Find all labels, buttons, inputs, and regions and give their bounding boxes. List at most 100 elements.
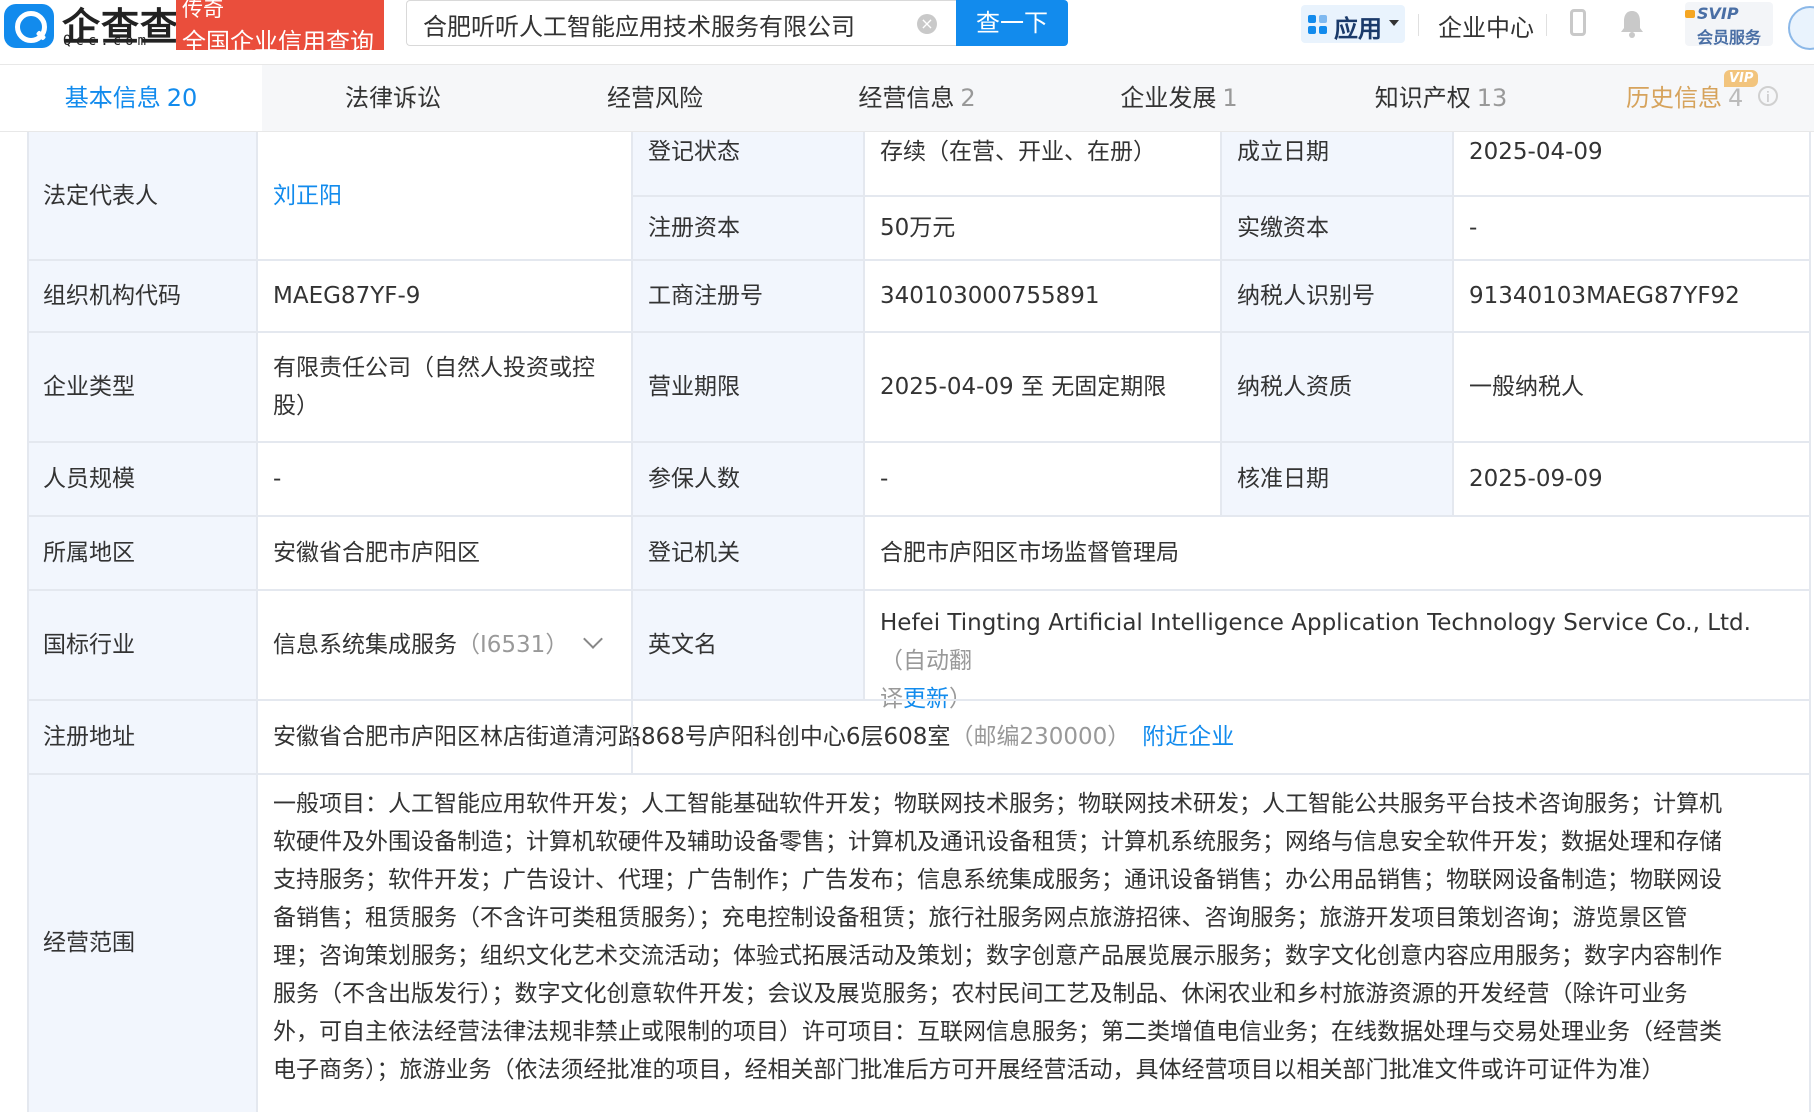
scope-line: 支持服务；软件开发；广告设计、代理；广告制作；广告发布；信息系统集成服务；通讯设… (273, 867, 1722, 893)
tab-label: 历史信息 (1626, 84, 1722, 112)
taxpayer-id-label-cell: 纳税人识别号 (1221, 260, 1453, 332)
org-code-value: MAEG87YF-9 (273, 283, 421, 309)
site-logo[interactable]: 企查查 Qcc.com 传奇 全国企业信用查询 (0, 0, 385, 56)
taxpayer-qual-label-cell: 纳税人资质 (1221, 332, 1453, 442)
reg-authority-value: 合肥市庐阳区市场监督管理局 (880, 540, 1179, 566)
nearby-companies-link[interactable]: 附近企业 (1142, 718, 1234, 756)
industry-value-cell[interactable]: 信息系统集成服务 （I6531） (257, 590, 632, 700)
paid-capital-value-cell: - (1453, 196, 1811, 260)
grid-line (27, 441, 1811, 443)
svip-member-button[interactable]: SVIP 会员服务 (1685, 2, 1773, 47)
scope-line: 外，可自主依法经营法律法规非禁止或限制的项目）许可项目：互联网信息服务；第二类增… (273, 1019, 1722, 1045)
grid-line (27, 589, 1811, 591)
legal-rep-label-cell: 法定代表人 (27, 132, 257, 260)
scope-label-cell: 经营范围 (27, 774, 257, 1112)
biz-reg-no-label-cell: 工商注册号 (632, 260, 864, 332)
address-label-cell: 注册地址 (27, 700, 257, 774)
region-value-cell: 安徽省合肥市庐阳区 (257, 516, 632, 590)
company-type-value-line2: 股） (273, 393, 319, 419)
search-button[interactable]: 查一下 (956, 0, 1068, 46)
english-name-value-cell: Hefei Tingting Artificial Intelligence A… (864, 590, 1811, 712)
legal-rep-link[interactable]: 刘正阳 (273, 177, 342, 215)
tab-label: 知识产权 (1374, 84, 1471, 112)
svip-sublabel: 会员服务 (1697, 28, 1762, 47)
taxpayer-id-label: 纳税人识别号 (1237, 283, 1375, 309)
section-tabs: 基本信息 20 法律诉讼 经营风险 经营信息 2 企业发展 1 知识产权 13 历史信息… (0, 65, 1814, 132)
search-box (406, 0, 956, 46)
taxpayer-qual-value-cell: 一般纳税人 (1453, 332, 1811, 442)
tab-development[interactable]: 企业发展 1 (1048, 65, 1310, 131)
grid-line (27, 773, 1811, 775)
english-name-value: Hefei Tingting Artificial Intelligence A… (880, 610, 1751, 636)
tab-intellectual-property[interactable]: 知识产权 13 (1310, 65, 1572, 131)
grid-line (27, 515, 1811, 517)
tab-business-info[interactable]: 经营信息 2 (786, 65, 1048, 131)
apps-dropdown-button[interactable]: 应用 (1301, 5, 1405, 43)
biz-term-value: 2025-04-09 至 无固定期限 (880, 374, 1167, 400)
biz-term-value-cell: 2025-04-09 至 无固定期限 (864, 332, 1221, 442)
basic-info-table: 法定代表人 刘正阳 登记状态 存续（在营、开业、在册） 成立日期 2025-04… (27, 132, 1811, 1112)
mobile-phone-icon[interactable] (1570, 9, 1586, 36)
reg-authority-label-cell: 登记机关 (632, 516, 864, 590)
tab-legal-litigation[interactable]: 法律诉讼 (262, 65, 524, 131)
approval-date-label: 核准日期 (1237, 466, 1329, 492)
scope-line: 理；咨询策划服务；组织文化艺术交流活动；体验式拓展活动及策划；数字创意产品展览展… (273, 943, 1722, 969)
reg-capital-label: 注册资本 (648, 215, 740, 241)
scope-line: 备销售；租赁服务（不含许可类租赁服务）；充电控制设备租赁；旅行社服务网点旅游招徕… (273, 905, 1688, 931)
founded-label-cell: 成立日期 (1221, 132, 1453, 196)
biz-reg-no-label: 工商注册号 (648, 283, 763, 309)
enterprise-center-link[interactable]: 企业中心 (1438, 8, 1534, 43)
address-value: 安徽省合肥市庐阳区林店街道清河路868号庐阳科创中心6层608室 (273, 724, 951, 750)
grid-line (1452, 132, 1454, 516)
scope-line: 一般项目：人工智能应用软件开发；人工智能基础软件开发；物联网技术服务；物联网技术… (273, 791, 1722, 817)
vip-tag: VIP (1724, 70, 1759, 87)
insured-label: 参保人数 (648, 466, 740, 492)
org-code-label-cell: 组织机构代码 (27, 260, 257, 332)
apps-label: 应用 (1334, 15, 1382, 43)
tab-count: 13 (1476, 84, 1508, 112)
search-input[interactable] (421, 7, 905, 41)
grid-line (256, 132, 258, 1112)
paid-capital-label: 实缴资本 (1237, 215, 1329, 241)
taxpayer-qual-label: 纳税人资质 (1237, 374, 1352, 400)
biz-term-label: 营业期限 (648, 374, 740, 400)
industry-value: 信息系统集成服务 (273, 632, 457, 658)
user-avatar[interactable] (1788, 6, 1814, 50)
tab-business-risk[interactable]: 经营风险 (524, 65, 786, 131)
grid-line (27, 699, 1811, 701)
tab-basic-info[interactable]: 基本信息 20 (0, 65, 262, 131)
logo-badge-line2: 全国企业信用查询 (182, 28, 374, 56)
svip-label: SVIP (1697, 4, 1739, 23)
chevron-down-icon (1389, 20, 1399, 26)
tab-count: 20 (166, 84, 198, 112)
staff-size-label: 人员规模 (43, 466, 135, 492)
reg-status-value: 存续（在营、开业、在册） (880, 139, 1156, 165)
staff-size-label-cell: 人员规模 (27, 442, 257, 516)
bell-icon[interactable] (1618, 8, 1646, 38)
scope-line: 电子商务）；旅游业务（依法须经批准的项目，经相关部门批准后方可开展经营活动，具体… (273, 1057, 1665, 1083)
reg-status-label: 登记状态 (648, 139, 740, 165)
tab-label: 企业发展 (1120, 84, 1217, 112)
industry-label-cell: 国标行业 (27, 590, 257, 700)
crown-icon (1685, 10, 1695, 18)
chevron-down-icon[interactable] (583, 629, 604, 649)
reg-status-value-cell: 存续（在营、开业、在册） (864, 132, 1221, 196)
english-name-note: （自动翻 (880, 648, 972, 674)
info-icon[interactable]: i (1758, 86, 1778, 106)
tab-count: 1 (1222, 84, 1238, 112)
biz-term-label-cell: 营业期限 (632, 332, 864, 442)
grid-line (1809, 132, 1811, 1112)
logo-mark-icon (4, 4, 54, 48)
taxpayer-id-value: 91340103MAEG87YF92 (1469, 283, 1740, 309)
paid-capital-label-cell: 实缴资本 (1221, 196, 1453, 260)
insured-value-cell: - (864, 442, 1221, 516)
divider (1546, 14, 1547, 36)
approval-date-value: 2025-09-09 (1469, 466, 1603, 492)
clear-search-icon[interactable]: × (917, 14, 937, 34)
staff-size-value: - (273, 466, 282, 492)
region-value: 安徽省合肥市庐阳区 (273, 540, 480, 566)
tab-label: 经营信息 (858, 84, 955, 112)
scope-line: 服务（不含出版发行）；数字文化创意软件开发；会议及展览服务；农村民间工艺及制品、… (273, 981, 1688, 1007)
org-code-label: 组织机构代码 (43, 283, 181, 309)
address-postcode: （邮编230000） (950, 724, 1131, 750)
